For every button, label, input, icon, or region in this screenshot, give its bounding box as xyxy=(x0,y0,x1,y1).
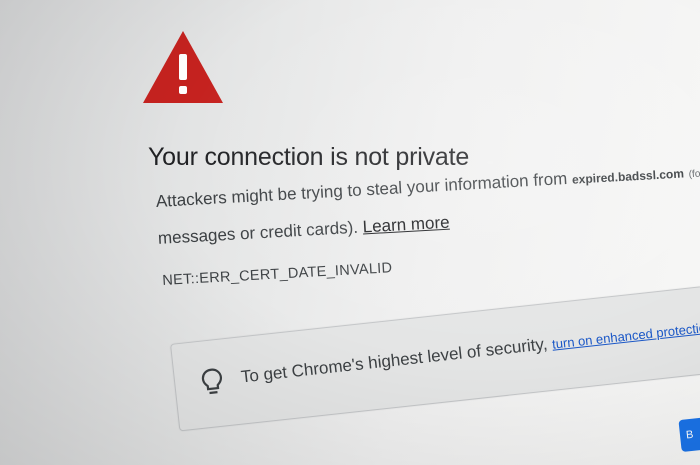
browser-viewport: Your connection is not private Attackers… xyxy=(0,0,700,465)
enhanced-protection-promo: To get Chrome's highest level of securit… xyxy=(170,278,700,432)
enhanced-protection-link[interactable]: turn on enhanced protection xyxy=(551,319,700,351)
hostname: expired.badssl.com xyxy=(571,166,685,187)
back-to-safety-button[interactable]: B xyxy=(678,415,700,453)
description-cut-text: (for example, passwo xyxy=(688,164,700,181)
error-code: NET::ERR_CERT_DATE_INVALID xyxy=(162,260,393,289)
learn-more-link[interactable]: Learn more xyxy=(362,213,450,237)
promo-message: To get Chrome's highest level of securit… xyxy=(239,333,554,387)
warning-triangle-icon xyxy=(143,31,223,103)
lightbulb-icon xyxy=(201,368,223,395)
page-title: Your connection is not private xyxy=(148,143,470,171)
promo-text: To get Chrome's highest level of securit… xyxy=(240,316,700,387)
ssl-error-page: Your connection is not private Attackers… xyxy=(0,0,700,465)
description-line-2: messages or credit cards). xyxy=(157,217,359,248)
